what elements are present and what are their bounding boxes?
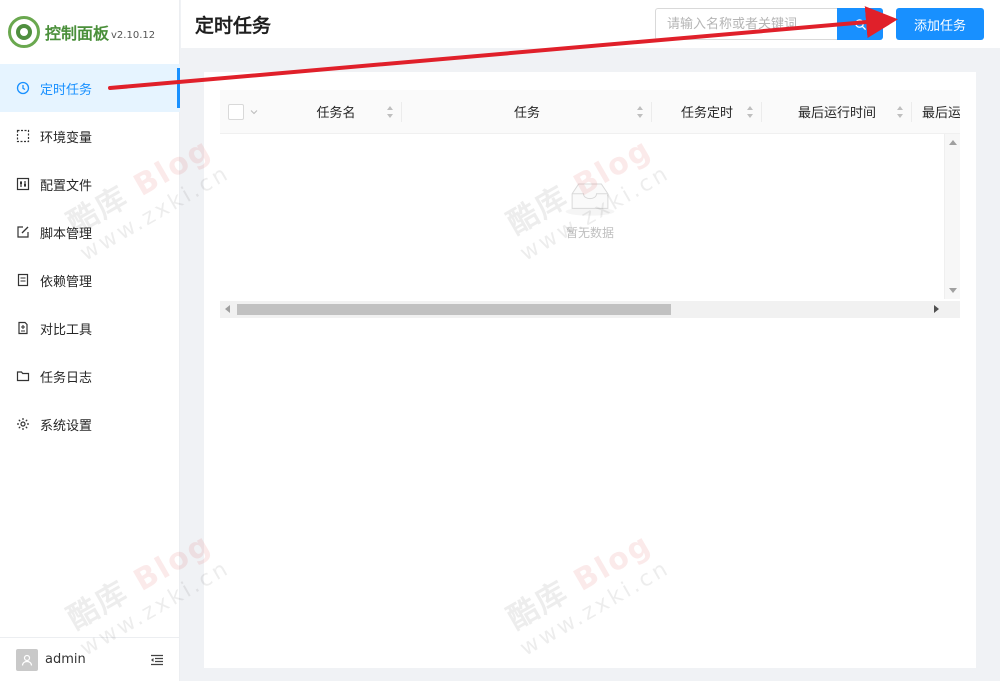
sidebar: 控制面板 v2.10.12 定时任务 环境变量 配置文件 脚本管理 依赖管理 对…	[0, 0, 180, 681]
table-body: 暂无数据	[220, 134, 960, 299]
edit-icon	[16, 225, 30, 239]
sidebar-item-label: 对比工具	[40, 322, 93, 338]
column-header-name[interactable]: 任务名	[270, 90, 402, 134]
empty-inbox-icon	[565, 183, 615, 216]
sliders-icon	[16, 177, 30, 191]
sort-icon[interactable]	[636, 105, 644, 119]
column-header-last-run[interactable]: 最后运行时间	[762, 90, 912, 134]
column-label: 任务名	[316, 106, 356, 121]
column-label: 任务	[513, 106, 540, 121]
scroll-down-icon[interactable]	[949, 288, 957, 293]
column-label: 最后运	[922, 106, 960, 121]
sort-icon[interactable]	[896, 105, 904, 119]
sidebar-item-label: 配置文件	[40, 178, 93, 194]
sidebar-item-label: 系统设置	[40, 418, 93, 434]
empty-state: 暂无数据	[505, 182, 675, 241]
table-header: 任务名 任务 任务定时 最后运行时间 最后运	[220, 90, 960, 134]
page-header: 定时任务 添加任务	[181, 0, 1000, 48]
task-table: 任务名 任务 任务定时 最后运行时间 最后运 暂无数据	[220, 90, 960, 319]
sidebar-item-label: 定时任务	[40, 82, 93, 98]
content-card: 任务名 任务 任务定时 最后运行时间 最后运 暂无数据	[204, 72, 976, 668]
sidebar-item-env[interactable]: 环境变量	[0, 112, 180, 160]
logo-icon	[8, 16, 40, 48]
scroll-up-icon[interactable]	[949, 140, 957, 145]
column-header-command[interactable]: 任务	[402, 90, 652, 134]
sidebar-item-label: 依赖管理	[40, 274, 93, 290]
user-footer: admin	[0, 637, 180, 681]
sort-icon[interactable]	[386, 105, 394, 119]
dashed-square-icon	[16, 129, 30, 143]
app-title: 控制面板	[45, 24, 110, 43]
scroll-right-icon[interactable]	[934, 305, 939, 313]
search-button[interactable]	[837, 8, 883, 40]
sidebar-item-label: 环境变量	[40, 130, 93, 146]
sidebar-item-cron[interactable]: 定时任务	[0, 64, 180, 112]
column-header-last-run-2[interactable]: 最后运	[912, 90, 960, 134]
sidebar-item-dependencies[interactable]: 依赖管理	[0, 256, 180, 304]
sidebar-item-label: 任务日志	[40, 370, 93, 386]
column-header-schedule[interactable]: 任务定时	[652, 90, 762, 134]
page-title: 定时任务	[195, 15, 272, 37]
gear-icon	[16, 417, 30, 431]
sidebar-item-logs[interactable]: 任务日志	[0, 352, 180, 400]
search-input[interactable]	[655, 8, 837, 40]
add-task-button[interactable]: 添加任务	[896, 8, 984, 40]
scroll-left-icon[interactable]	[225, 305, 230, 313]
column-label: 最后运行时间	[797, 106, 876, 121]
sidebar-menu: 定时任务 环境变量 配置文件 脚本管理 依赖管理 对比工具 任务日志 系统设置	[0, 64, 180, 448]
avatar[interactable]	[16, 648, 38, 671]
select-all-cell	[220, 90, 270, 134]
column-label: 任务定时	[680, 106, 733, 121]
sort-icon[interactable]	[746, 105, 754, 119]
package-icon	[16, 273, 30, 287]
clock-icon	[16, 81, 30, 95]
app-logo[interactable]: 控制面板 v2.10.12	[8, 15, 155, 49]
sidebar-item-config[interactable]: 配置文件	[0, 160, 180, 208]
file-diff-icon	[16, 321, 30, 335]
folder-icon	[16, 369, 30, 383]
empty-text: 暂无数据	[565, 226, 614, 240]
select-all-checkbox[interactable]	[228, 103, 244, 120]
sidebar-item-label: 脚本管理	[40, 226, 93, 242]
user-icon	[21, 654, 33, 666]
username[interactable]: admin	[45, 652, 86, 667]
chevron-down-icon[interactable]	[250, 108, 258, 116]
app-version: v2.10.12	[111, 29, 156, 41]
sidebar-item-settings[interactable]: 系统设置	[0, 400, 180, 448]
vertical-scrollbar[interactable]	[944, 134, 960, 299]
horizontal-scrollbar[interactable]	[220, 301, 960, 318]
sidebar-item-scripts[interactable]: 脚本管理	[0, 208, 180, 256]
sidebar-item-diff[interactable]: 对比工具	[0, 304, 180, 352]
search-bar	[655, 8, 883, 40]
menu-collapse-icon[interactable]	[150, 652, 164, 666]
search-icon	[854, 18, 866, 30]
scrollbar-thumb[interactable]	[237, 304, 671, 315]
